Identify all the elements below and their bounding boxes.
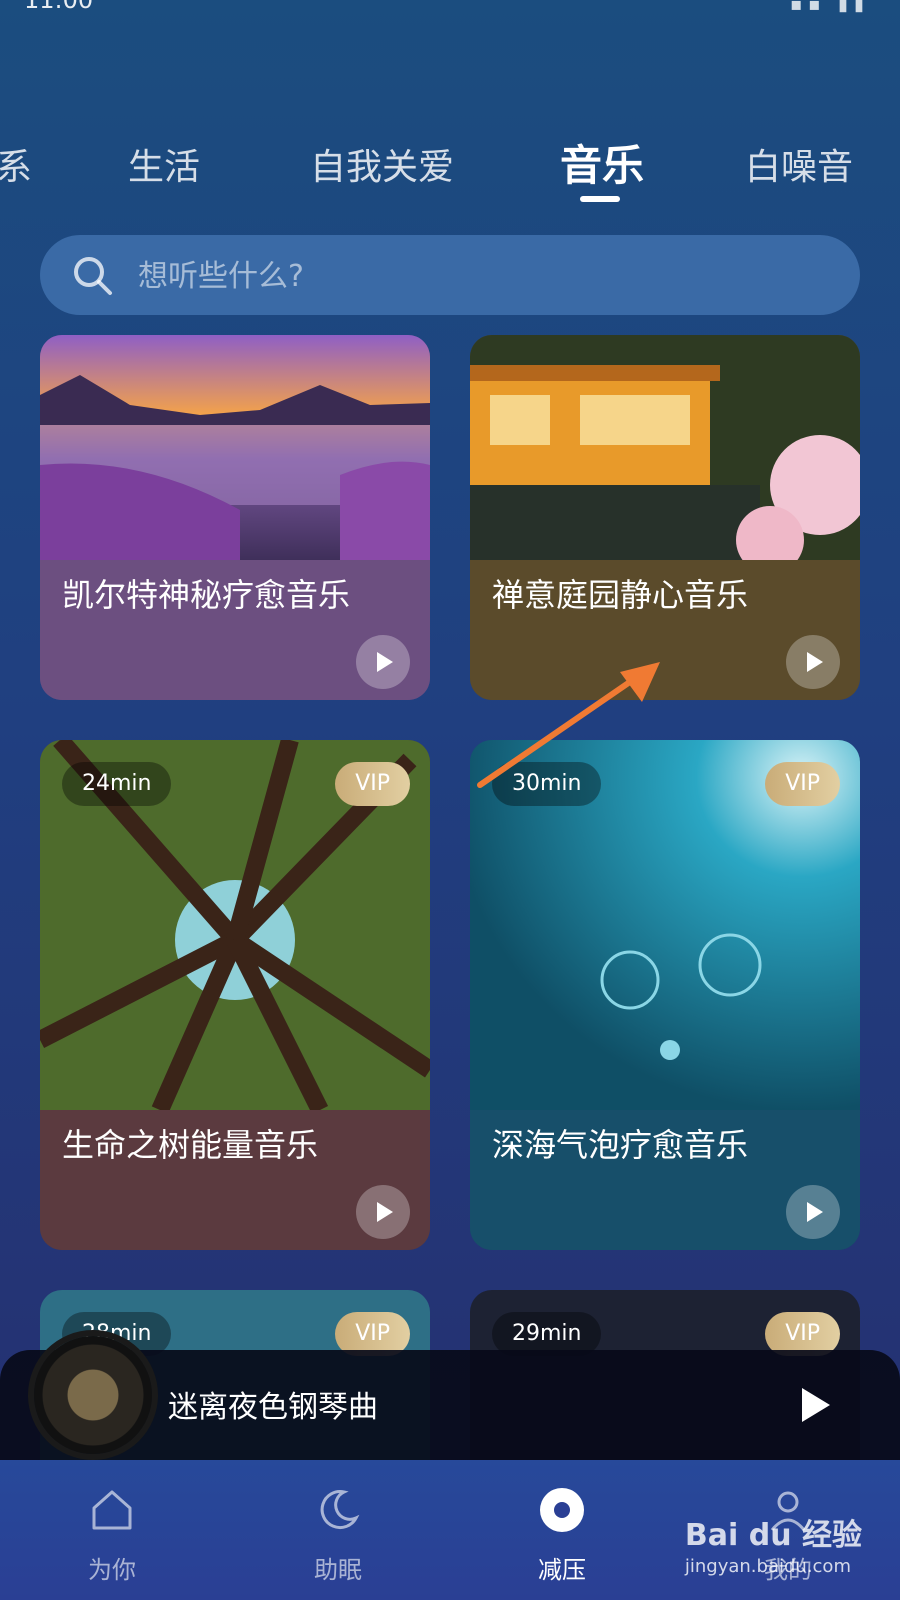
album-art <box>34 1336 152 1454</box>
baidu-watermark: Bai du 经验 jingyan.baidu.com <box>684 1518 862 1577</box>
nav-relax[interactable]: 减压 <box>492 1460 632 1600</box>
search-icon <box>74 257 112 295</box>
play-button[interactable] <box>786 1185 840 1239</box>
tab-music[interactable]: 音乐 <box>560 132 644 193</box>
home-icon <box>92 1490 132 1530</box>
tab-white-noise[interactable]: 白噪音 <box>745 138 853 190</box>
play-button[interactable] <box>786 635 840 689</box>
music-card-celtic[interactable]: 凯尔特神秘疗愈音乐 <box>40 335 430 700</box>
vip-badge: VIP <box>765 762 840 806</box>
category-tabs: 系 生活 自我关爱 音乐 白噪音 <box>0 120 900 210</box>
annotation-arrow <box>477 662 660 788</box>
status-icons: ▪▪ ▮▮ <box>790 0 870 15</box>
search-bar[interactable] <box>40 235 860 315</box>
card-title: 生命之树能量音乐 <box>62 1126 319 1164</box>
tab-life[interactable]: 生活 <box>128 138 200 190</box>
card-image-garden <box>470 335 860 560</box>
nav-label: 减压 <box>538 1556 586 1584</box>
now-playing-title: 迷离夜色钢琴曲 <box>168 1390 378 1425</box>
music-card-zen-garden[interactable]: 禅意庭园静心音乐 <box>470 335 860 700</box>
active-tab-indicator <box>580 196 620 202</box>
card-title: 深海气泡疗愈音乐 <box>492 1126 749 1164</box>
nav-label: 为你 <box>88 1556 136 1584</box>
card-title: 凯尔特神秘疗愈音乐 <box>62 576 351 614</box>
duration-badge: 24min <box>62 762 172 806</box>
status-time: 11:00 <box>24 0 94 14</box>
nav-sleep[interactable]: 助眠 <box>268 1460 408 1600</box>
music-card-tree-of-life[interactable]: 24min VIP 生命之树能量音乐 <box>40 740 430 1250</box>
search-input[interactable] <box>136 249 820 303</box>
status-bar: 11:00 ▪▪ ▮▮ <box>0 0 900 15</box>
nav-label: 助眠 <box>314 1556 362 1584</box>
play-button[interactable] <box>356 1185 410 1239</box>
tab-self-care[interactable]: 自我关爱 <box>310 138 454 190</box>
play-button[interactable] <box>356 635 410 689</box>
music-card-deep-sea[interactable]: 30min VIP 深海气泡疗愈音乐 <box>470 740 860 1250</box>
now-playing-bar[interactable]: 迷离夜色钢琴曲 <box>0 1336 900 1460</box>
tab-relationship[interactable]: 系 <box>0 138 32 190</box>
relax-icon <box>540 1488 584 1532</box>
card-image-lake <box>40 335 430 560</box>
moon-icon <box>320 1490 360 1530</box>
card-title: 禅意庭园静心音乐 <box>492 576 749 614</box>
nav-for-you[interactable]: 为你 <box>42 1460 182 1600</box>
vip-badge: VIP <box>335 762 410 806</box>
play-icon[interactable] <box>790 1380 840 1430</box>
